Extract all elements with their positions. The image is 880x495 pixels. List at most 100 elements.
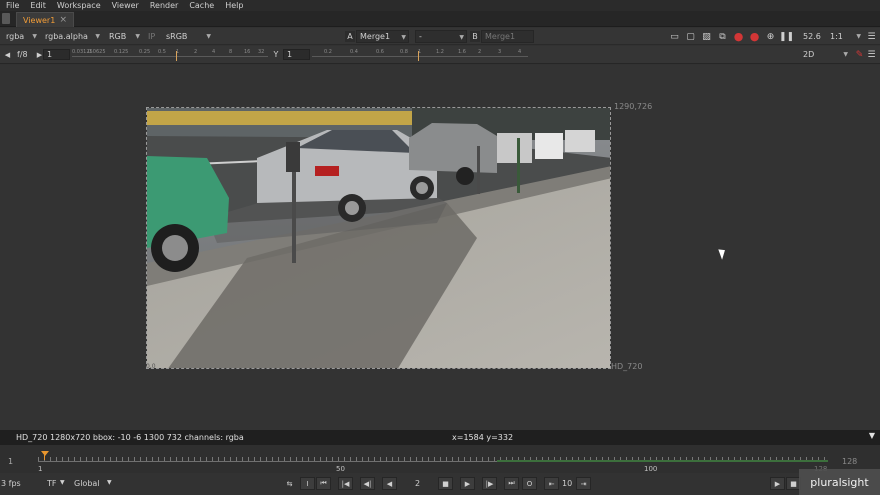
pane-menu-handle[interactable] — [2, 13, 10, 24]
tab-viewer1[interactable]: Viewer1 × — [16, 12, 74, 27]
display-channels-dropdown[interactable]: RGB ▼ — [106, 30, 142, 43]
gamma-tick: 0.6 — [376, 49, 384, 55]
pluralsight-logo: pluralsight — [799, 469, 880, 495]
viewer-image[interactable] — [146, 107, 611, 369]
zoom-value: 52.6 — [803, 32, 821, 41]
flipbook-icon[interactable]: ▶ — [770, 477, 785, 490]
in-point-button[interactable]: I — [300, 477, 315, 490]
gain-slider-handle[interactable] — [176, 51, 177, 61]
compare-operation-dropdown[interactable]: - ▼ — [415, 30, 467, 43]
timecode-dropdown[interactable]: TF — [47, 479, 57, 488]
skip-back-icon[interactable]: ⇤ — [544, 477, 559, 490]
play-backward-icon[interactable]: ◀ — [382, 477, 397, 490]
gamma-tick: 4 — [518, 49, 522, 55]
gamma-tick: 0.8 — [400, 49, 408, 55]
input-process-toggle[interactable]: IP — [145, 30, 161, 43]
step-back-icon[interactable]: ◀| — [360, 477, 375, 490]
gain-tick: 0.0625 — [88, 49, 106, 55]
menu-file[interactable]: File — [6, 1, 19, 10]
fstop-decrease-icon[interactable]: ◀ — [2, 49, 13, 60]
gain-tick: 16 — [244, 49, 251, 55]
timeline[interactable]: 1 1 50 100 128 128 — [0, 445, 880, 473]
stop-icon[interactable]: ■ — [438, 477, 453, 490]
gain-tick: 2 — [194, 49, 198, 55]
menu-cache[interactable]: Cache — [189, 1, 214, 10]
out-point-button[interactable]: O — [522, 477, 537, 490]
layer-dropdown[interactable]: rgba ▼ — [3, 30, 39, 43]
gamma-tick: 2 — [478, 49, 482, 55]
current-frame-field[interactable]: 2 — [415, 479, 420, 488]
a-input-dropdown[interactable]: Merge1 ▼ — [356, 30, 409, 43]
alpha-dropdown[interactable]: rgba.alpha ▼ — [42, 30, 102, 43]
gamma-slider[interactable]: 0.2 0.4 0.6 0.8 1 1.2 1.6 2 3 4 — [312, 49, 528, 62]
viewer-lut-dropdown[interactable]: sRGB ▼ — [163, 30, 213, 43]
fps-field[interactable]: 3 fps — [1, 479, 21, 488]
pause-icon[interactable]: ❚❚ — [779, 31, 794, 42]
fstop-field[interactable]: f/8 — [14, 48, 36, 61]
gamma-label: Y — [273, 50, 279, 59]
proxy-ratio-dropdown[interactable]: 1:1 ▼ — [827, 30, 863, 43]
origin-label: 0,0 — [146, 363, 156, 370]
last-frame-icon[interactable]: ⏭ — [504, 477, 519, 490]
frame-range-dropdown[interactable]: Global — [74, 479, 100, 488]
a-input-label: A — [345, 31, 355, 42]
gamma-slider-handle[interactable] — [418, 51, 419, 61]
gain-slider[interactable]: 0.03125 0.0625 0.125 0.25 0.5 1 2 4 8 16… — [72, 49, 268, 62]
playback-mode-icon[interactable]: ⇆ — [282, 477, 297, 490]
layer-value: rgba — [6, 32, 25, 41]
chevron-down-icon: ▼ — [32, 33, 37, 40]
menu-edit[interactable]: Edit — [30, 1, 46, 10]
timeline-label: 100 — [644, 465, 658, 473]
gamma-tick: 1.6 — [458, 49, 466, 55]
fstop-value: f/8 — [17, 50, 28, 59]
chevron-down-icon: ▼ — [843, 51, 848, 58]
view-mode-value: 2D — [803, 50, 815, 59]
gain-tick: 0.5 — [158, 49, 166, 55]
gamma-tick: 0.4 — [350, 49, 358, 55]
format-info: HD_720 1280x720 bbox: -10 -6 1300 732 ch… — [16, 433, 244, 442]
gain-tick: 0.125 — [114, 49, 129, 55]
menu-render[interactable]: Render — [150, 1, 178, 10]
first-frame-icon[interactable]: ⏮ — [316, 477, 331, 490]
stop-record-icon[interactable]: ● — [749, 30, 760, 43]
alpha-value: rgba.alpha — [45, 32, 88, 41]
close-icon[interactable]: × — [59, 15, 67, 25]
chevron-down-icon: ▼ — [95, 33, 100, 40]
timeline-ruler[interactable]: 1 50 100 128 — [38, 453, 828, 473]
clipping-warning-icon[interactable]: ▢ — [685, 31, 696, 42]
roi-icon[interactable]: ▭ — [669, 31, 680, 42]
crosshair-icon[interactable]: ⊕ — [765, 31, 776, 42]
compare-operation-value: - — [419, 32, 422, 41]
zebra-icon[interactable]: ▨ — [701, 31, 712, 42]
playhead-line — [44, 455, 45, 460]
frame-increment-field[interactable]: 10 — [562, 479, 572, 488]
chevron-down-icon[interactable]: ▼ — [869, 431, 875, 440]
zoom-field[interactable]: 52.6 — [800, 30, 824, 43]
view-mode-dropdown[interactable]: 2D ▼ — [800, 48, 850, 61]
settings-icon[interactable]: ☰ — [866, 31, 877, 42]
gain-field[interactable]: 1 — [43, 49, 70, 60]
chevron-down-icon: ▼ — [401, 34, 406, 41]
viewer-toolbar-top: rgba ▼ rgba.alpha ▼ RGB ▼ IP sRGB ▼ A Merge1… — [0, 28, 880, 45]
chevron-down-icon: ▼ — [135, 33, 140, 40]
b-input-dropdown[interactable]: Merge1 — [481, 30, 534, 43]
menu-help[interactable]: Help — [225, 1, 243, 10]
step-forward-icon[interactable]: |▶ — [482, 477, 497, 490]
gamma-field[interactable]: 1 — [283, 49, 310, 60]
gamma-track — [312, 56, 528, 57]
format-label: HD_720 — [611, 362, 643, 371]
menu-workspace[interactable]: Workspace — [57, 1, 101, 10]
play-forward-icon[interactable]: ▶ — [460, 477, 475, 490]
record-icon[interactable]: ● — [733, 30, 744, 43]
menu-viewer[interactable]: Viewer — [112, 1, 139, 10]
settings-icon[interactable]: ☰ — [866, 49, 877, 60]
gain-tick: 32 — [258, 49, 265, 55]
skip-forward-icon[interactable]: ⇥ — [576, 477, 591, 490]
chevron-down-icon: ▼ — [856, 33, 861, 40]
previous-keyframe-icon[interactable]: |◀ — [338, 477, 353, 490]
paint-icon[interactable]: ✎ — [854, 49, 865, 60]
playhead[interactable] — [41, 451, 49, 456]
monitor-out-icon[interactable]: ⧉ — [717, 31, 728, 42]
timeline-end-field[interactable]: 128 — [842, 457, 857, 466]
timeline-start-field[interactable]: 1 — [8, 457, 13, 466]
